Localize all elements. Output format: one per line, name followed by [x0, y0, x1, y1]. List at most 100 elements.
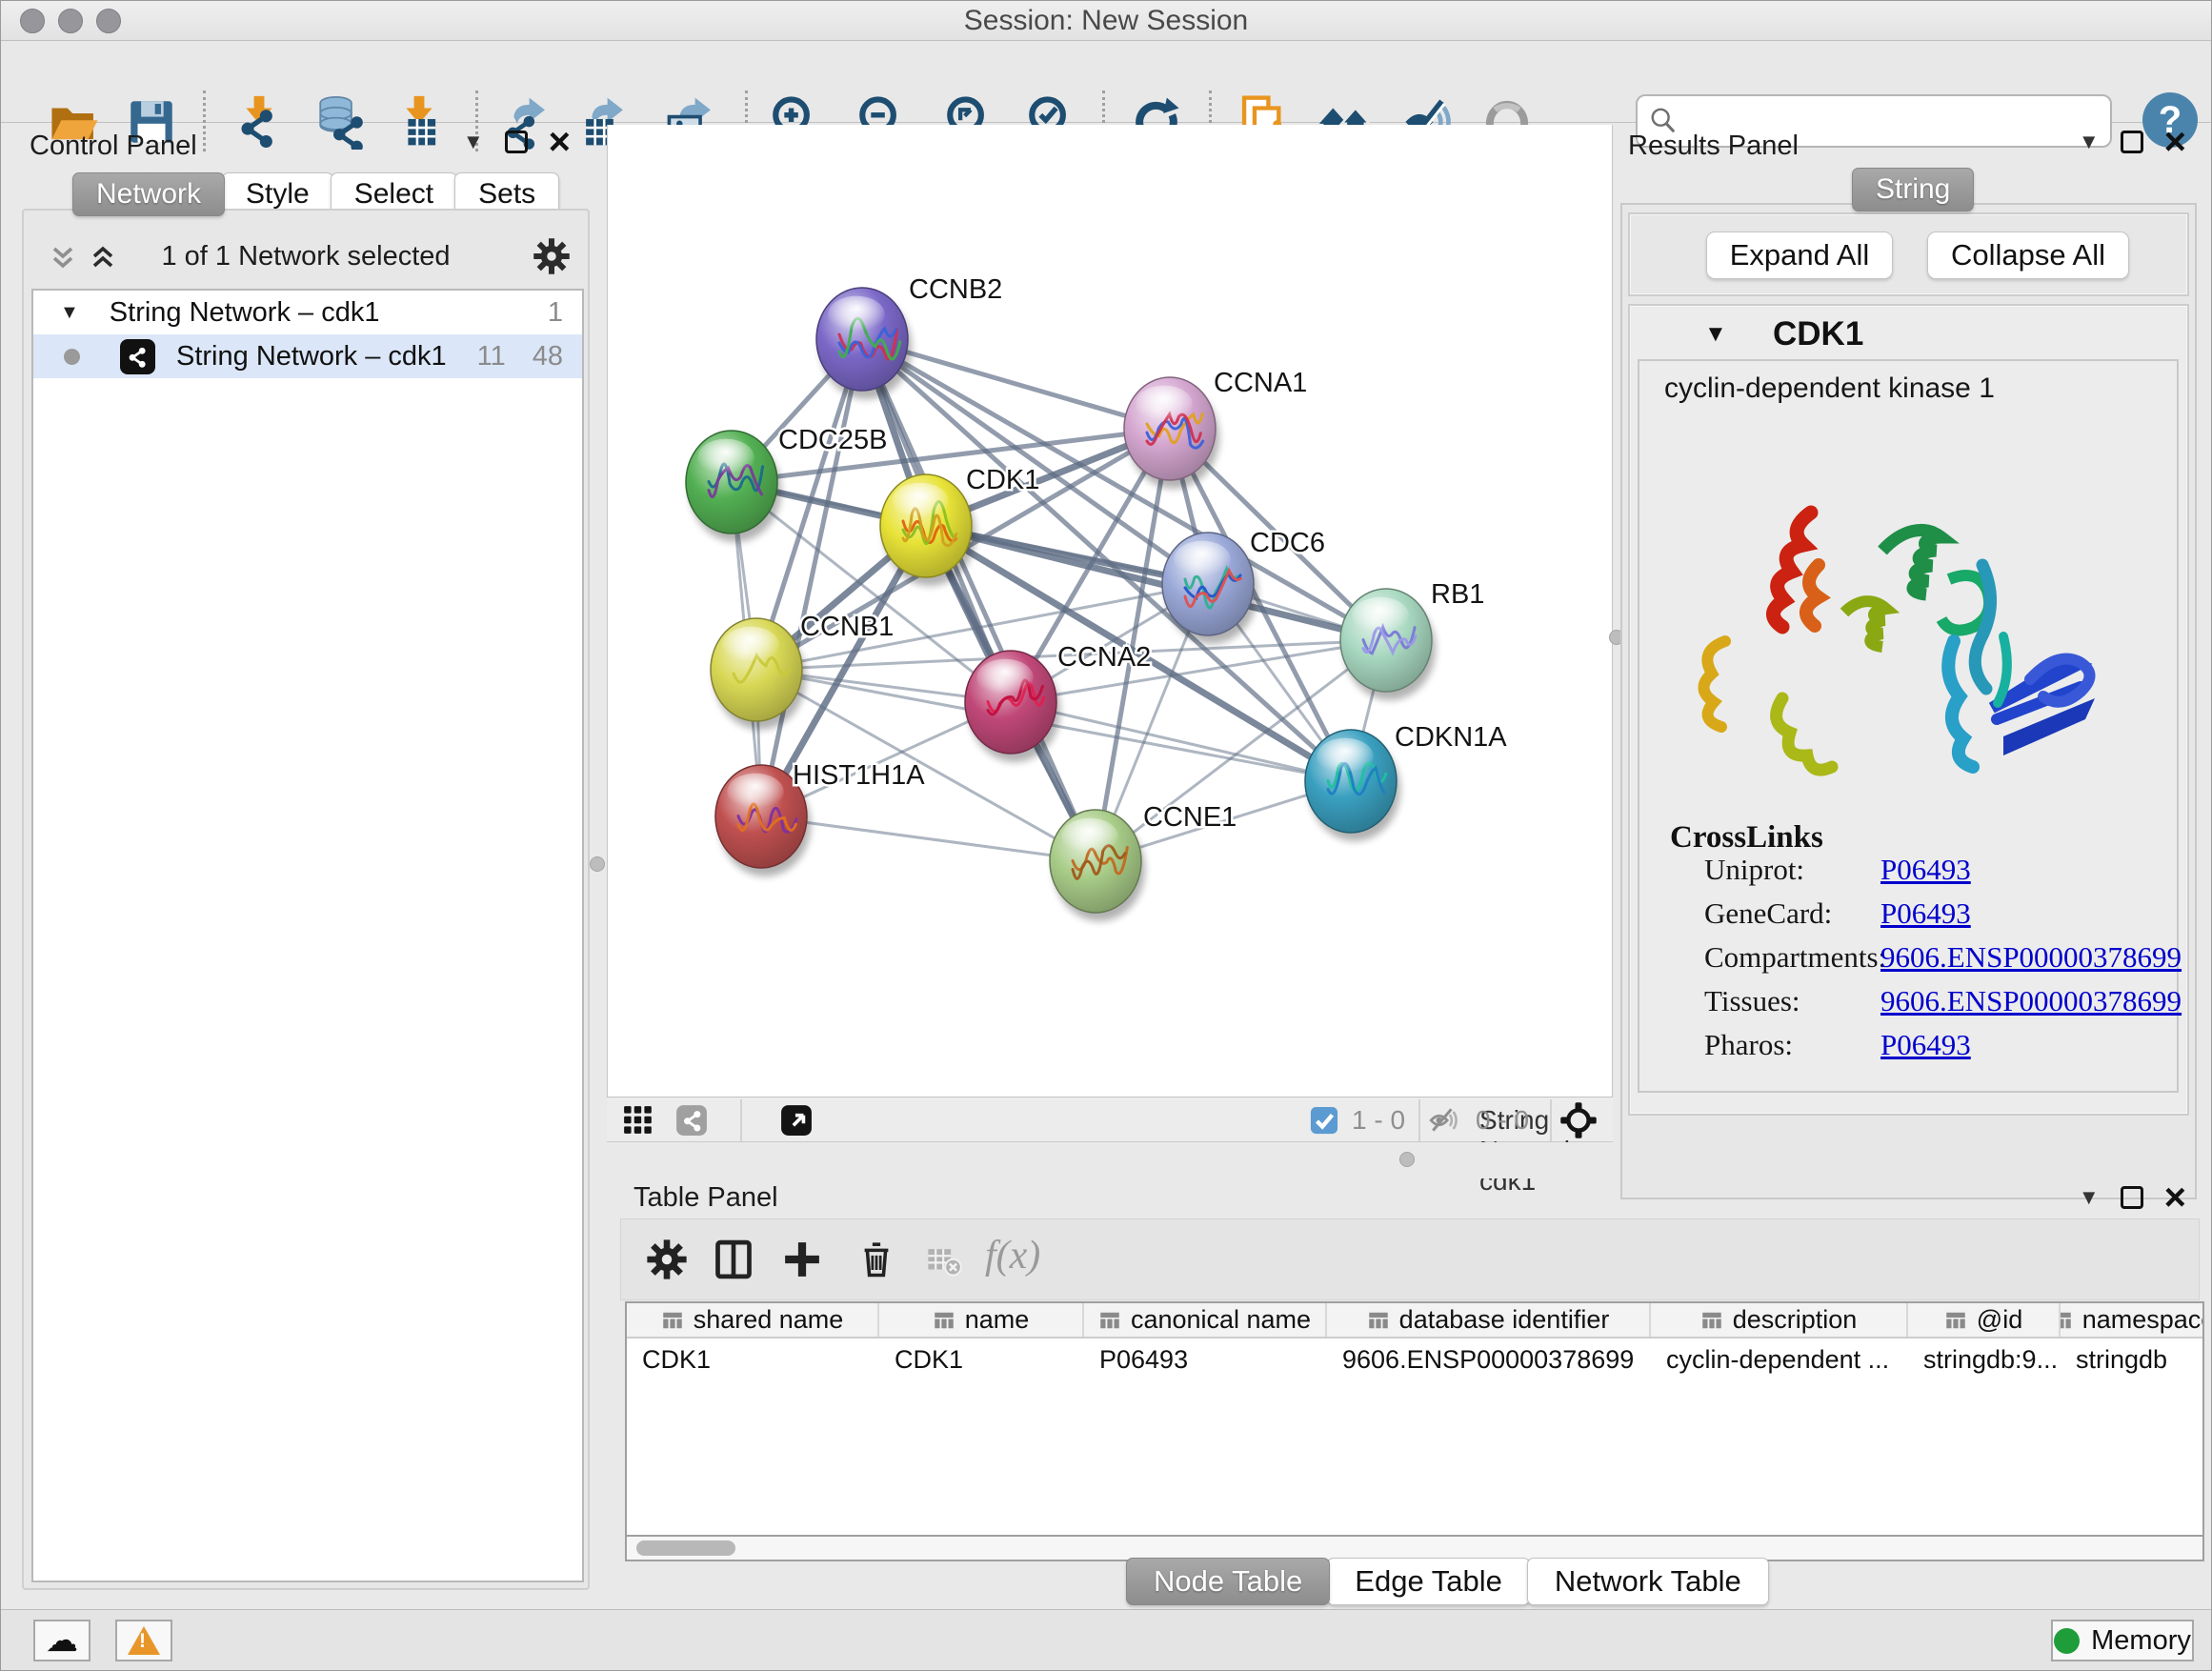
- table-options-gear-icon[interactable]: [646, 1238, 688, 1280]
- tab-network[interactable]: Network: [72, 172, 225, 216]
- float-panel-icon[interactable]: ▼: [2079, 1185, 2100, 1210]
- string-results-container: Expand All Collapse All ▼ CDK1 cyclin-de…: [1620, 203, 2197, 1199]
- crosslink-link[interactable]: 9606.ENSP00000378699: [1880, 984, 2182, 1018]
- column-header-canonical-name[interactable]: canonical name: [1084, 1303, 1327, 1337]
- control-panel-controls: ▼ ×: [463, 125, 571, 159]
- fit-content-crosshair-icon[interactable]: [1559, 1101, 1598, 1139]
- selected-nodes-checkbox-icon[interactable]: [1310, 1106, 1338, 1135]
- cloud-icon: ☁: [46, 1621, 78, 1660]
- crosslink-label: GeneCard:: [1704, 896, 1832, 930]
- grid-view-icon[interactable]: [622, 1104, 654, 1137]
- network-collection-row[interactable]: ▼ String Network – cdk1 1: [33, 291, 582, 334]
- crosslink-label: Tissues:: [1704, 984, 1800, 1017]
- table-cell[interactable]: 9606.ENSP00000378699: [1327, 1339, 1651, 1380]
- selected-node-edge-counts: 1 - 0: [1352, 1105, 1405, 1136]
- network-node-CDC6: CDC6: [1162, 528, 1325, 644]
- table-toolbar: f(x): [620, 1218, 2200, 1300]
- collection-expand-icon[interactable]: ▼: [60, 302, 79, 324]
- svg-text:RB1: RB1: [1431, 579, 1484, 610]
- tab-network-table[interactable]: Network Table: [1527, 1558, 1769, 1605]
- table-cell[interactable]: cyclin-dependent ...: [1651, 1339, 1908, 1380]
- main-toolbar: ?: [1, 41, 2211, 123]
- column-header--id[interactable]: @id: [1908, 1303, 2061, 1337]
- network-node-RB1: RB1: [1340, 579, 1484, 700]
- hidden-eye-icon[interactable]: [1428, 1104, 1460, 1137]
- show-columns-icon[interactable]: [713, 1238, 754, 1280]
- column-header-name[interactable]: name: [879, 1303, 1084, 1337]
- delete-column-icon[interactable]: [855, 1238, 897, 1280]
- expand-collapse-box: Expand All Collapse All: [1628, 212, 2189, 296]
- maximize-panel-icon[interactable]: [505, 131, 528, 153]
- table-cell[interactable]: CDK1: [627, 1339, 879, 1380]
- expand-all-button[interactable]: Expand All: [1706, 232, 1893, 279]
- network-view-canvas[interactable]: CCNB2CCNA1CDC25BCDK1CDC6RB1CCNB1CCNA2CDK…: [607, 125, 1613, 1097]
- svg-text:CCNA2: CCNA2: [1057, 642, 1151, 673]
- create-column-icon[interactable]: [781, 1238, 823, 1280]
- table-cell[interactable]: P06493: [1084, 1339, 1327, 1380]
- svg-text:CDC25B: CDC25B: [778, 425, 887, 455]
- network-view-toolbar: String Network – cdk1 1 - 0 0 - 0: [607, 1097, 1613, 1142]
- left-splitter-handle[interactable]: [590, 856, 605, 872]
- svg-text:CDC6: CDC6: [1250, 528, 1325, 558]
- collection-label: String Network – cdk1: [110, 297, 380, 329]
- network-graph[interactable]: CCNB2CCNA1CDC25BCDK1CDC6RB1CCNB1CCNA2CDK…: [608, 125, 1614, 1097]
- network-node-count: 11: [477, 341, 506, 372]
- protein-structure-image: [1668, 422, 2144, 803]
- table-cell[interactable]: stringdb: [2061, 1339, 2204, 1380]
- table-header-row: shared namenamecanonical namedatabase id…: [627, 1303, 2202, 1339]
- crosslink-link[interactable]: 9606.ENSP00000378699: [1880, 940, 2182, 975]
- control-panel-title: Control Panel: [30, 131, 197, 162]
- close-panel-icon[interactable]: ×: [2164, 131, 2186, 153]
- cloud-status-button[interactable]: ☁: [33, 1620, 90, 1661]
- tab-edge-table[interactable]: Edge Table: [1327, 1558, 1530, 1605]
- close-panel-icon[interactable]: ×: [549, 131, 571, 153]
- network-share-view-icon[interactable]: [675, 1104, 708, 1137]
- network-node-CCNB1: CCNB1: [711, 612, 894, 730]
- network-current-dot: [64, 349, 80, 365]
- results-panel-tabs: String: [1855, 168, 1974, 211]
- gene-detail-box: cyclin-dependent kinase 1: [1638, 359, 2179, 1093]
- float-panel-icon[interactable]: ▼: [463, 130, 484, 154]
- collapse-all-button[interactable]: Collapse All: [1927, 232, 2129, 279]
- scrollbar-thumb[interactable]: [636, 1540, 735, 1556]
- table-panel-title: Table Panel: [633, 1182, 778, 1214]
- float-panel-icon[interactable]: ▼: [2079, 130, 2100, 154]
- crosslink-link[interactable]: P06493: [1880, 1028, 1971, 1062]
- results-panel-title: Results Panel: [1628, 131, 1799, 162]
- warnings-button[interactable]: [115, 1620, 172, 1661]
- title-bar: Session: New Session: [1, 1, 2211, 41]
- table-cell[interactable]: CDK1: [879, 1339, 1084, 1380]
- maximize-panel-icon[interactable]: [2121, 131, 2143, 153]
- tab-string[interactable]: String: [1852, 168, 1974, 211]
- delete-table-icon[interactable]: [926, 1242, 962, 1278]
- crosslink-link[interactable]: P06493: [1880, 853, 1971, 887]
- birds-eye-view-icon[interactable]: [780, 1104, 813, 1137]
- table-cell[interactable]: stringdb:9...: [1908, 1339, 2061, 1380]
- table-panel-tabs: Node TableEdge TableNetwork Table: [1129, 1558, 1769, 1605]
- column-header-database-identifier[interactable]: database identifier: [1327, 1303, 1651, 1337]
- column-header-shared-name[interactable]: shared name: [627, 1303, 879, 1337]
- crosslinks-title: CrossLinks: [1670, 820, 1823, 856]
- network-label: String Network – cdk1: [176, 341, 447, 372]
- column-header-description[interactable]: description: [1651, 1303, 1908, 1337]
- table-row[interactable]: CDK1CDK1P064939606.ENSP00000378699cyclin…: [627, 1339, 2202, 1380]
- tab-node-table[interactable]: Node Table: [1126, 1558, 1330, 1605]
- memory-label: Memory: [2091, 1625, 2191, 1657]
- node-table[interactable]: shared namenamecanonical namedatabase id…: [625, 1301, 2204, 1537]
- network-options-gear-icon[interactable]: [533, 237, 571, 275]
- maximize-panel-icon[interactable]: [2121, 1186, 2143, 1209]
- crosslink-label: Uniprot:: [1704, 853, 1804, 886]
- column-header-namespace[interactable]: namespace: [2061, 1303, 2204, 1337]
- function-builder-icon[interactable]: f(x): [985, 1233, 1040, 1278]
- close-panel-icon[interactable]: ×: [2164, 1186, 2186, 1209]
- crosslink-label: Pharos:: [1704, 1028, 1793, 1061]
- gene-collapse-icon[interactable]: ▼: [1704, 321, 1727, 348]
- network-row[interactable]: String Network – cdk1 11 48: [33, 334, 582, 378]
- crosslink-link[interactable]: P06493: [1880, 896, 1971, 931]
- toolbar-separator: [1418, 1099, 1420, 1141]
- network-node-CDKN1A: CDKN1A: [1305, 722, 1507, 841]
- memory-button[interactable]: Memory: [2051, 1620, 2194, 1661]
- splitter-handle[interactable]: [1399, 1152, 1415, 1167]
- network-node-CCNE1: CCNE1: [1050, 802, 1237, 921]
- svg-text:CCNE1: CCNE1: [1143, 802, 1237, 833]
